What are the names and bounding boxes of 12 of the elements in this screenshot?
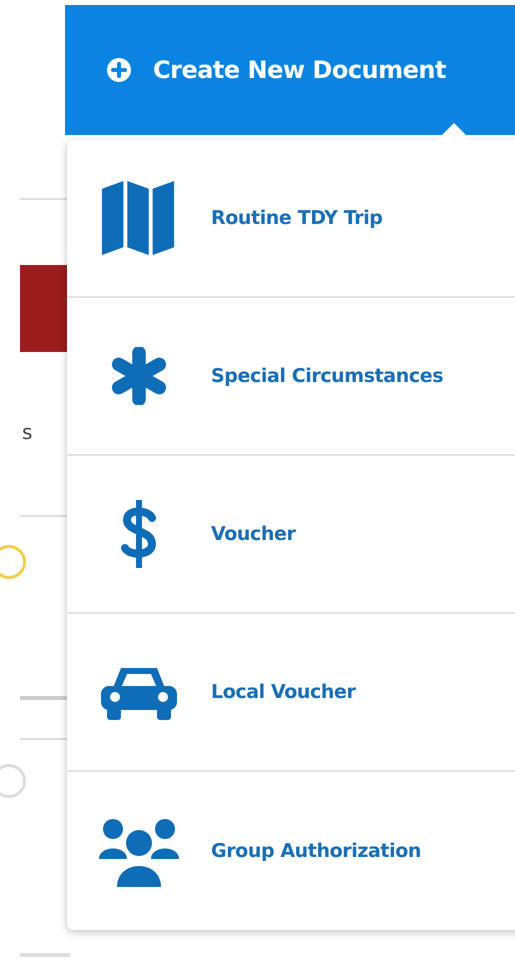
status-circle [0,545,26,579]
dollar-icon [119,498,159,570]
menu-item[interactable]: Routine TDY Trip [67,140,515,298]
create-document-button[interactable]: Create New Document [65,5,515,135]
asterisk-icon [110,347,168,405]
status-circle [0,764,26,798]
text-fragment: s [22,420,32,444]
plus-icon [107,58,131,82]
menu-item[interactable]: Local Voucher [67,614,515,772]
menu-item[interactable]: Special Circumstances [67,298,515,456]
menu-item[interactable]: Group Authorization [67,772,515,930]
menu-item[interactable]: Voucher [67,456,515,614]
